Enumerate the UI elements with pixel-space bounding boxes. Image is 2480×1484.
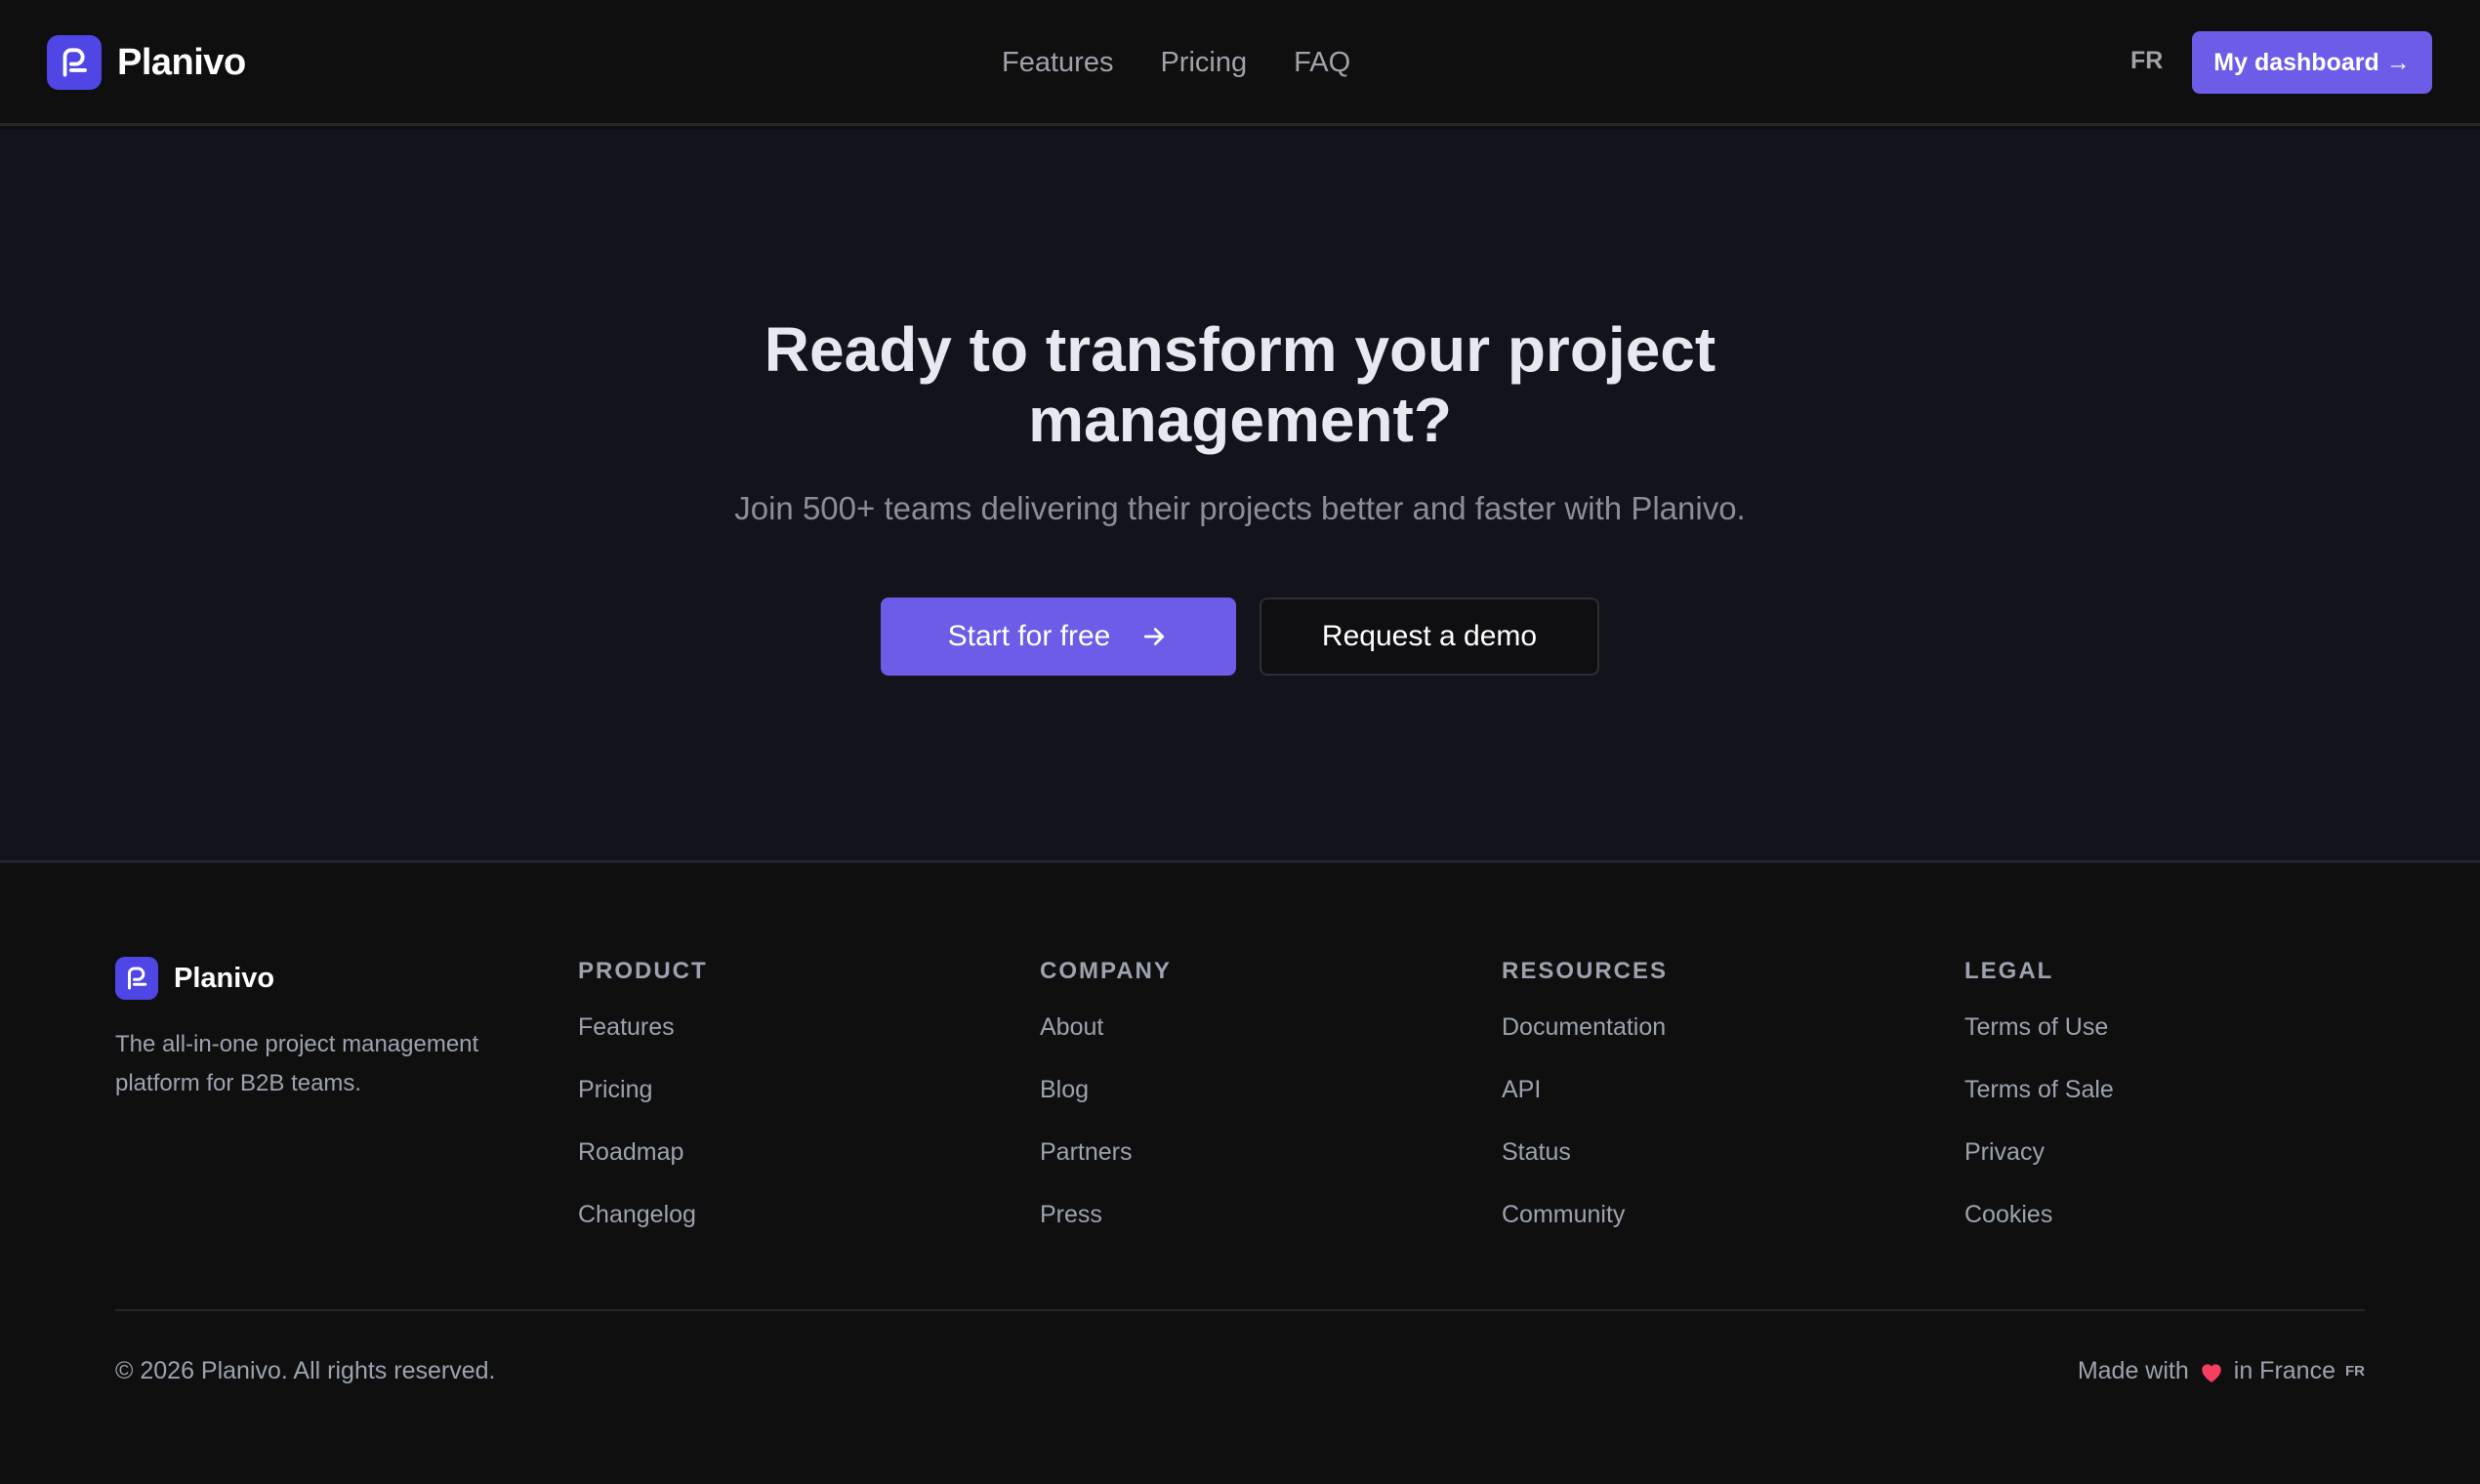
start-for-free-button[interactable]: Start for free bbox=[881, 598, 1236, 676]
cta-title: Ready to transform your project manageme… bbox=[0, 314, 2480, 455]
site-header: Planivo Features Pricing FAQ FR My dashb… bbox=[0, 0, 2480, 126]
footer-link-status[interactable]: Status bbox=[1502, 1135, 1668, 1198]
planivo-logo-icon bbox=[47, 35, 102, 90]
site-footer: Planivo The all-in-one project managemen… bbox=[0, 866, 2480, 1484]
footer-column-title: RESOURCES bbox=[1502, 958, 1669, 984]
footer-column-title: COMPANY bbox=[1040, 958, 1172, 984]
footer-column-resources: RESOURCES Documentation API Status Commu… bbox=[1502, 958, 1668, 1260]
footer-link-press[interactable]: Press bbox=[1040, 1198, 1172, 1260]
planivo-logo-icon bbox=[115, 957, 158, 1000]
main-nav: Features Pricing FAQ bbox=[1002, 43, 1350, 82]
footer-brand[interactable]: Planivo bbox=[115, 957, 274, 1000]
made-with-prefix: Made with bbox=[2077, 1357, 2189, 1384]
brand-logo-link[interactable]: Planivo bbox=[47, 35, 246, 90]
footer-link-pricing[interactable]: Pricing bbox=[578, 1073, 708, 1135]
footer-link-roadmap[interactable]: Roadmap bbox=[578, 1135, 708, 1198]
made-with-note: Made with in France FR bbox=[2078, 1357, 2365, 1385]
country-code: FR bbox=[2345, 1363, 2365, 1380]
my-dashboard-button[interactable]: My dashboard → bbox=[2192, 31, 2432, 94]
footer-link-changelog[interactable]: Changelog bbox=[578, 1198, 708, 1260]
made-with-suffix: in France bbox=[2233, 1357, 2335, 1384]
start-for-free-label: Start for free bbox=[947, 620, 1111, 652]
arrow-right-icon bbox=[1144, 628, 1165, 645]
footer-brand-name: Planivo bbox=[174, 962, 275, 994]
footer-link-terms-of-sale[interactable]: Terms of Sale bbox=[1964, 1073, 2114, 1135]
cta-subtitle: Join 500+ teams delivering their project… bbox=[734, 490, 1746, 526]
footer-link-blog[interactable]: Blog bbox=[1040, 1073, 1172, 1135]
footer-link-cookies[interactable]: Cookies bbox=[1964, 1198, 2114, 1260]
footer-column-title: PRODUCT bbox=[578, 958, 708, 984]
heart-icon bbox=[2202, 1363, 2221, 1382]
cta-title-line-1: Ready to transform your project bbox=[764, 314, 1716, 385]
footer-link-community[interactable]: Community bbox=[1502, 1198, 1668, 1260]
footer-link-terms-of-use[interactable]: Terms of Use bbox=[1964, 1010, 2114, 1073]
footer-link-privacy[interactable]: Privacy bbox=[1964, 1135, 2114, 1198]
footer-link-api[interactable]: API bbox=[1502, 1073, 1668, 1135]
nav-link-features[interactable]: Features bbox=[1002, 47, 1113, 79]
copyright-text: © 2026 Planivo. All rights reserved. bbox=[115, 1357, 496, 1384]
footer-column-title: LEGAL bbox=[1964, 958, 2054, 984]
brand-name: Planivo bbox=[117, 41, 246, 83]
footer-column-company: COMPANY About Blog Partners Press bbox=[1040, 958, 1172, 1260]
nav-link-pricing[interactable]: Pricing bbox=[1160, 47, 1247, 79]
cta-title-line-2: management? bbox=[1028, 385, 1452, 455]
footer-column-product: PRODUCT Features Pricing Roadmap Changel… bbox=[578, 958, 708, 1260]
footer-link-partners[interactable]: Partners bbox=[1040, 1135, 1172, 1198]
footer-link-features[interactable]: Features bbox=[578, 1010, 708, 1073]
language-switcher[interactable]: FR bbox=[2130, 47, 2163, 75]
footer-link-about[interactable]: About bbox=[1040, 1010, 1172, 1073]
footer-divider bbox=[115, 1309, 2365, 1311]
footer-link-documentation[interactable]: Documentation bbox=[1502, 1010, 1668, 1073]
request-demo-button[interactable]: Request a demo bbox=[1260, 598, 1599, 676]
footer-tagline: The all-in-one project management platfo… bbox=[115, 1031, 479, 1096]
footer-column-legal: LEGAL Terms of Use Terms of Sale Privacy… bbox=[1964, 958, 2114, 1260]
cta-section: Ready to transform your project manageme… bbox=[0, 129, 2480, 863]
nav-link-faq[interactable]: FAQ bbox=[1294, 47, 1350, 79]
